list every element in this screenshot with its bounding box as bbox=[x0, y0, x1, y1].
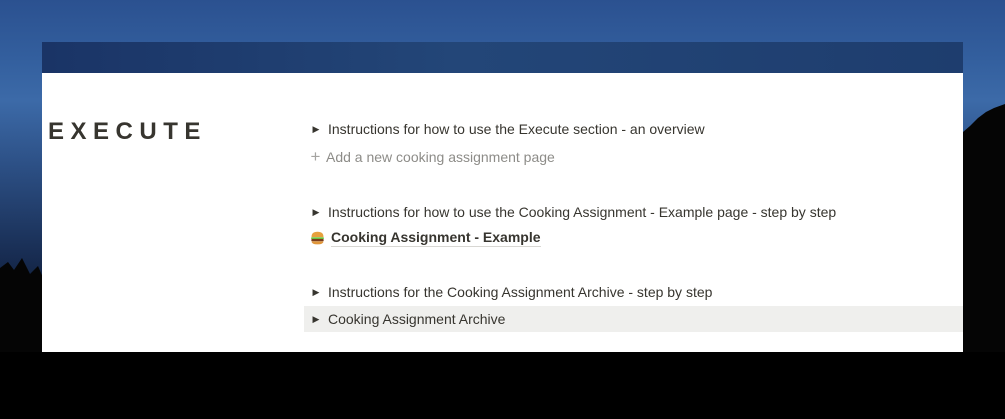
toggle-label: Instructions for how to use the Cooking … bbox=[328, 204, 837, 220]
add-cooking-assignment-button[interactable]: + Add a new cooking assignment page bbox=[304, 144, 963, 170]
page-link-cooking-assignment-example[interactable]: Cooking Assignment - Example bbox=[304, 225, 963, 251]
toggle-triangle-icon[interactable]: ▶ bbox=[304, 287, 328, 298]
cover-banner bbox=[42, 42, 963, 73]
notion-page-card: EXECUTE ▶ Instructions for how to use th… bbox=[42, 42, 963, 352]
plus-icon: + bbox=[310, 147, 321, 166]
section-heading: EXECUTE bbox=[48, 118, 207, 145]
toggle-label: Instructions for the Cooking Assignment … bbox=[328, 284, 713, 300]
hamburger-icon bbox=[311, 231, 324, 245]
page-link-label[interactable]: Cooking Assignment - Example bbox=[331, 229, 541, 247]
toggle-cooking-assignment-archive[interactable]: ▶ Cooking Assignment Archive bbox=[304, 306, 963, 332]
toggle-execute-overview[interactable]: ▶ Instructions for how to use the Execut… bbox=[304, 116, 963, 142]
toggle-label: Cooking Assignment Archive bbox=[328, 311, 506, 327]
add-button-label: Add a new cooking assignment page bbox=[326, 149, 555, 165]
toggle-triangle-icon[interactable]: ▶ bbox=[304, 314, 328, 325]
toggle-triangle-icon[interactable]: ▶ bbox=[304, 207, 328, 218]
toggle-cooking-assignment-instructions[interactable]: ▶ Instructions for how to use the Cookin… bbox=[304, 199, 963, 225]
toggle-triangle-icon[interactable]: ▶ bbox=[304, 124, 328, 135]
toggle-archive-instructions[interactable]: ▶ Instructions for the Cooking Assignmen… bbox=[304, 279, 963, 305]
toggle-label: Instructions for how to use the Execute … bbox=[328, 121, 705, 137]
